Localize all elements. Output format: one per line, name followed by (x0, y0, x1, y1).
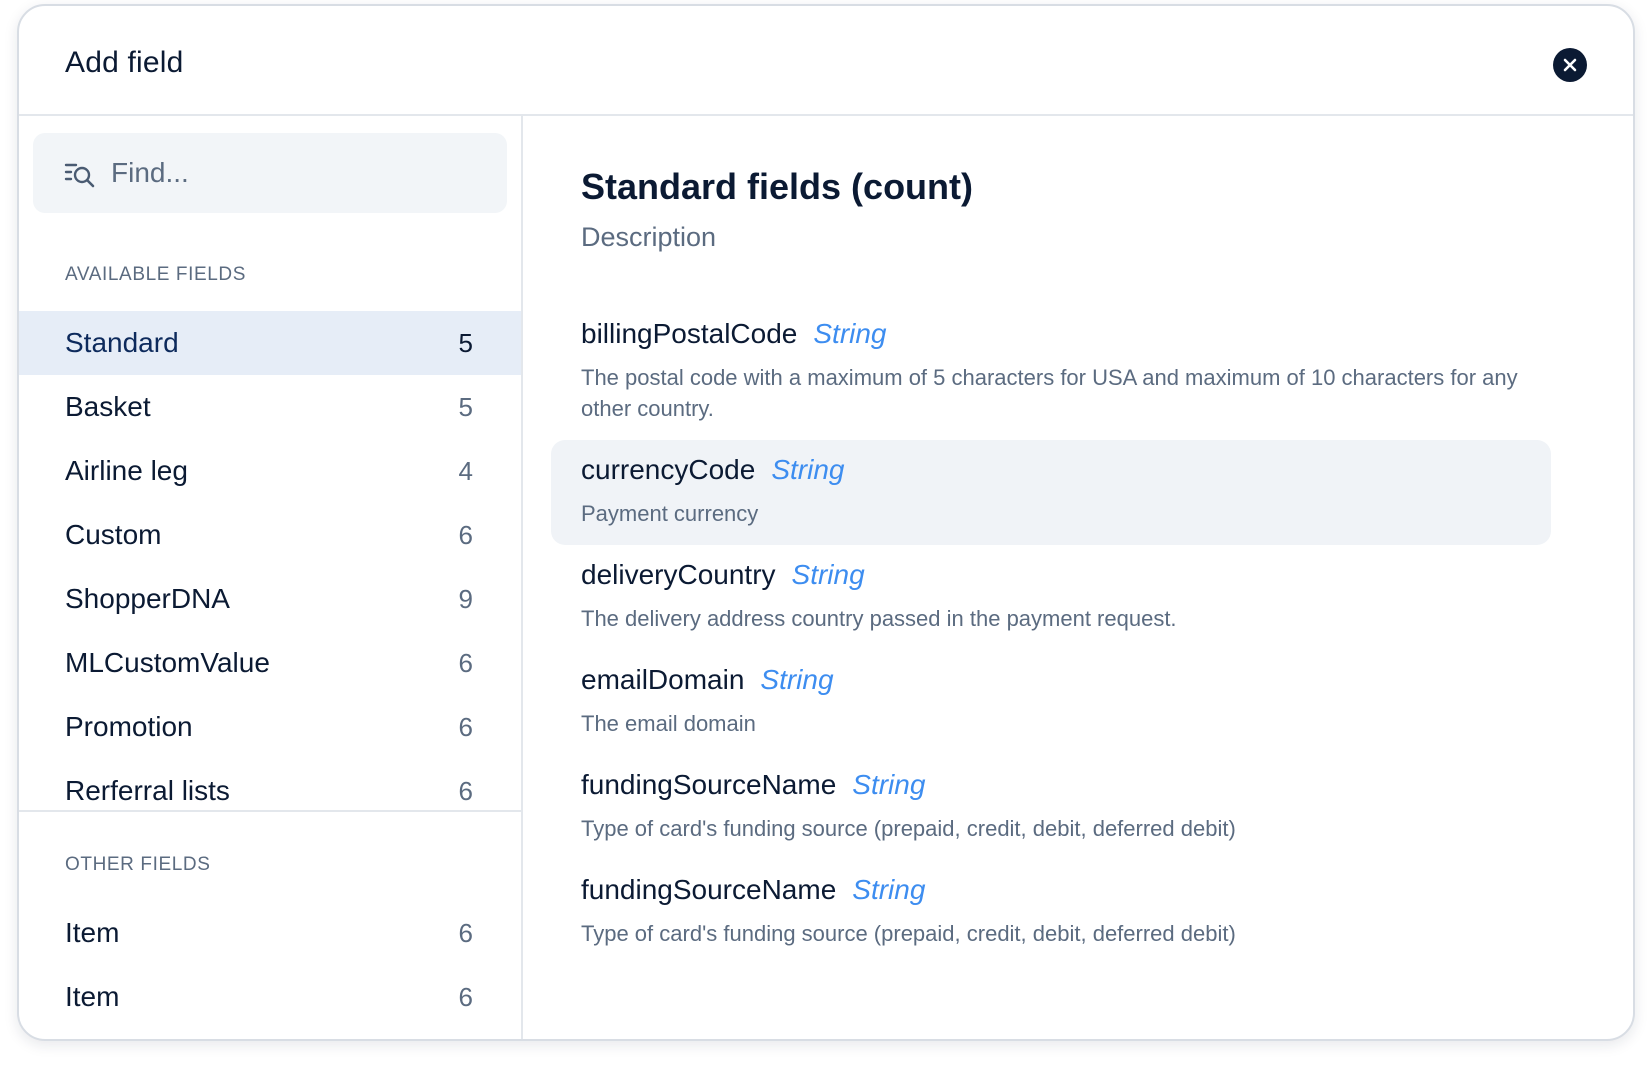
field-type: String (813, 318, 887, 349)
main-panel: Standard fields (count) Description bill… (523, 116, 1633, 1039)
dialog-title: Add field (65, 46, 184, 79)
available-fields-list: Standard 5 Basket 5 Airline leg 4 Custom 6 Shopp… (19, 311, 521, 823)
sidebar-item-item[interactable]: Item 6 (19, 965, 521, 1029)
field-name: billingPostalCode (581, 318, 798, 349)
field-header: deliveryCountry String (581, 559, 1521, 591)
field-item[interactable]: fundingSourceName String Type of card's fu… (551, 755, 1551, 860)
sidebar-item-count: 6 (458, 775, 473, 806)
field-type: String (852, 769, 926, 800)
field-name: currencyCode (581, 454, 756, 485)
sidebar-item-item[interactable]: Item 6 (19, 901, 521, 965)
sidebar-item-count: 5 (458, 391, 473, 422)
field-item[interactable]: fundingSourceName String Type of card's fu… (551, 860, 1551, 965)
other-fields-list: Item 6 Item 6 (19, 901, 521, 1029)
field-header: emailDomain String (581, 664, 1521, 696)
sidebar-item-rerferral-lists[interactable]: Rerferral lists 6 (19, 759, 521, 823)
field-name: fundingSourceName (581, 769, 837, 800)
sidebar-item-shopperdna[interactable]: ShopperDNA 9 (19, 567, 521, 631)
field-type: String (760, 664, 834, 695)
sidebar-item-count: 6 (458, 711, 473, 742)
field-name: emailDomain (581, 664, 745, 695)
sidebar-item-label: ShopperDNA (65, 583, 230, 614)
available-fields-label: AVAILABLE FIELDS (65, 264, 247, 285)
field-header: fundingSourceName String (581, 769, 1521, 801)
field-type: String (791, 559, 865, 590)
sidebar-item-airline-leg[interactable]: Airline leg 4 (19, 439, 521, 503)
field-type: String (852, 874, 926, 905)
sidebar-item-label: Airline leg (65, 455, 188, 486)
sidebar-item-basket[interactable]: Basket 5 (19, 375, 521, 439)
field-description: Payment currency (581, 501, 759, 526)
field-header: fundingSourceName String (581, 874, 1521, 906)
field-item[interactable]: emailDomain String The email domain (551, 650, 1551, 755)
field-description: The email domain (581, 711, 756, 736)
sidebar-item-label: Standard (65, 327, 179, 358)
sidebar-item-label: Item (65, 917, 120, 948)
search-list-icon (64, 163, 95, 188)
sidebar-item-mlcustomvalue[interactable]: MLCustomValue 6 (19, 631, 521, 695)
dialog-header: Add field (19, 6, 1633, 116)
field-description: The postal code with a maximum of 5 char… (581, 365, 1518, 421)
sidebar-divider (19, 810, 521, 812)
field-type: String (771, 454, 845, 485)
close-icon (1563, 58, 1577, 72)
sidebar-item-promotion[interactable]: Promotion 6 (19, 695, 521, 759)
sidebar-item-count: 4 (458, 455, 473, 486)
field-name: fundingSourceName (581, 874, 837, 905)
field-description: Type of card's funding source (prepaid, … (581, 816, 1236, 841)
other-fields-label: OTHER FIELDS (65, 854, 211, 875)
field-name: deliveryCountry (581, 559, 776, 590)
sidebar-item-label: Basket (65, 391, 151, 422)
sidebar-item-count: 5 (458, 327, 473, 358)
sidebar-item-label: Rerferral lists (65, 775, 230, 806)
sidebar-item-count: 6 (458, 519, 473, 550)
page-description: Description (581, 222, 717, 252)
field-item[interactable]: deliveryCountry String The delivery addres… (551, 545, 1551, 650)
field-description: Type of card's funding source (prepaid, … (581, 921, 1236, 946)
search-input[interactable] (111, 157, 471, 189)
sidebar-item-count: 9 (458, 583, 473, 614)
close-button[interactable] (1553, 48, 1587, 82)
sidebar-item-label: Item (65, 981, 120, 1012)
sidebar-item-count: 6 (458, 981, 473, 1012)
field-item[interactable]: billingPostalCode String The postal code w… (551, 304, 1551, 440)
sidebar-item-label: MLCustomValue (65, 647, 270, 678)
sidebar-item-label: Custom (65, 519, 162, 550)
sidebar: AVAILABLE FIELDS Standard 5 Basket 5 Airline… (19, 116, 523, 1039)
fields-list: billingPostalCode String The postal code w… (551, 304, 1551, 965)
search-box[interactable] (33, 133, 507, 213)
sidebar-item-standard[interactable]: Standard 5 (19, 311, 521, 375)
field-item[interactable]: currencyCode String Payment currency (551, 440, 1551, 545)
sidebar-item-custom[interactable]: Custom 6 (19, 503, 521, 567)
add-field-dialog: Add field AVAILABLE FIELDS Standard5Bask… (17, 4, 1635, 1041)
sidebar-item-label: Promotion (65, 711, 193, 742)
sidebar-item-count: 6 (458, 917, 473, 948)
field-header: currencyCode String (581, 454, 1521, 486)
page-title: Standard fields (count) (581, 166, 974, 207)
field-header: billingPostalCode String (581, 318, 1521, 350)
sidebar-item-count: 6 (458, 647, 473, 678)
field-description: The delivery address country passed in t… (581, 606, 1177, 631)
